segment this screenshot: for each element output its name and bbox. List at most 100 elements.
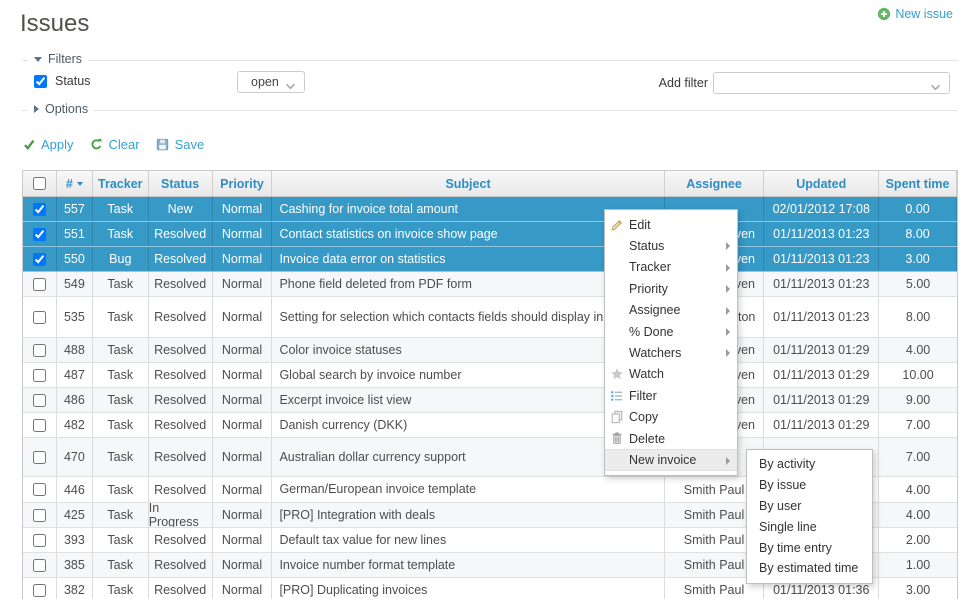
issue-row-557[interactable]: 557TaskNewNormalCashing for invoice tota… xyxy=(23,197,957,222)
row-checkbox-cell xyxy=(23,247,57,271)
context-menu-item-copy[interactable]: Copy xyxy=(605,407,737,428)
context-menu-item-done[interactable]: % Done xyxy=(605,321,737,342)
issue-spent-cell: 1.00 xyxy=(879,553,957,577)
issue-tracker-cell: Task xyxy=(93,503,149,527)
new-issue-link[interactable]: New issue xyxy=(877,7,953,21)
issue-id-cell: 482 xyxy=(57,413,93,437)
context-menu-item-new-invoice[interactable]: New invoice xyxy=(605,449,737,470)
issue-spent-cell: 3.00 xyxy=(879,247,957,271)
issue-id-cell: 551 xyxy=(57,222,93,246)
row-checkbox[interactable] xyxy=(33,559,46,572)
issue-id-cell: 549 xyxy=(57,272,93,296)
issue-spent-cell: 3.00 xyxy=(879,578,957,599)
row-checkbox-cell xyxy=(23,272,57,296)
submenu-item-by-issue[interactable]: By issue xyxy=(747,475,872,496)
column-header-assignee[interactable]: Assignee xyxy=(665,171,765,196)
context-menu-item-priority[interactable]: Priority xyxy=(605,278,737,299)
issue-row-482[interactable]: 482TaskResolvedNormalDanish currency (DK… xyxy=(23,413,957,438)
row-checkbox-cell xyxy=(23,388,57,412)
submenu-item-by-user[interactable]: By user xyxy=(747,496,872,517)
collapse-down-icon xyxy=(34,57,42,62)
row-checkbox-cell xyxy=(23,363,57,387)
status-filter-checkbox[interactable] xyxy=(34,75,47,88)
status-operator-select[interactable]: open xyxy=(237,71,305,93)
filters-legend-label: Filters xyxy=(48,52,82,66)
apply-button[interactable]: Apply xyxy=(22,137,74,152)
context-menu-item-filter[interactable]: Filter xyxy=(605,385,737,406)
issue-spent-cell: 0.00 xyxy=(879,197,957,221)
clear-button[interactable]: Clear xyxy=(90,137,140,152)
sort-desc-icon xyxy=(77,182,83,186)
row-checkbox[interactable] xyxy=(33,483,46,496)
column-header-[interactable]: # xyxy=(57,171,93,196)
context-menu-item-delete[interactable]: Delete xyxy=(605,428,737,449)
submenu-arrow-icon xyxy=(726,457,730,465)
issue-tracker-cell: Task xyxy=(93,197,149,221)
row-checkbox[interactable] xyxy=(33,419,46,432)
issue-priority-cell: Normal xyxy=(213,247,273,271)
issue-priority-cell: Normal xyxy=(213,413,273,437)
submenu-arrow-icon xyxy=(726,264,730,272)
issue-row-486[interactable]: 486TaskResolvedNormalExcerpt invoice lis… xyxy=(23,388,957,413)
options-legend[interactable]: Options xyxy=(28,102,94,116)
add-filter-select[interactable] xyxy=(713,72,950,94)
select-all-checkbox[interactable] xyxy=(33,177,46,190)
issue-id-cell: 385 xyxy=(57,553,93,577)
status-filter-label: Status xyxy=(55,74,90,88)
issue-row-535[interactable]: 535TaskResolvedNormalSetting for selecti… xyxy=(23,297,957,338)
filters-legend[interactable]: Filters xyxy=(28,52,88,66)
issue-id-cell: 535 xyxy=(57,297,93,337)
issue-row-487[interactable]: 487TaskResolvedNormalGlobal search by in… xyxy=(23,363,957,388)
column-header-updated[interactable]: Updated xyxy=(764,171,879,196)
submenu-item-by-estimated-time[interactable]: By estimated time xyxy=(747,558,872,579)
submenu-item-by-time-entry[interactable]: By time entry xyxy=(747,537,872,558)
issue-updated-cell: 01/11/2013 01:23 xyxy=(764,222,879,246)
column-header-spent-time[interactable]: Spent time xyxy=(879,171,957,196)
issue-status-cell: Resolved xyxy=(149,528,213,552)
row-checkbox[interactable] xyxy=(33,203,46,216)
row-checkbox[interactable] xyxy=(33,311,46,324)
issue-status-cell: Resolved xyxy=(149,578,213,599)
context-menu-item-status[interactable]: Status xyxy=(605,235,737,256)
row-checkbox[interactable] xyxy=(33,451,46,464)
issue-row-551[interactable]: 551TaskResolvedNormalContact statistics … xyxy=(23,222,957,247)
issue-row-549[interactable]: 549TaskResolvedNormalPhone field deleted… xyxy=(23,272,957,297)
issue-row-550[interactable]: 550BugResolvedNormalInvoice data error o… xyxy=(23,247,957,272)
row-checkbox[interactable] xyxy=(33,584,46,597)
save-button[interactable]: Save xyxy=(156,137,205,152)
row-checkbox[interactable] xyxy=(33,534,46,547)
row-checkbox[interactable] xyxy=(33,394,46,407)
issue-id-cell: 550 xyxy=(57,247,93,271)
row-checkbox[interactable] xyxy=(33,509,46,522)
issue-spent-cell: 10.00 xyxy=(879,363,957,387)
issue-spent-cell: 4.00 xyxy=(879,338,957,362)
issue-priority-cell: Normal xyxy=(213,438,273,476)
issue-priority-cell: Normal xyxy=(213,503,273,527)
submenu-item-single-line[interactable]: Single line xyxy=(747,516,872,537)
issue-id-cell: 470 xyxy=(57,438,93,476)
issue-priority-cell: Normal xyxy=(213,363,273,387)
row-checkbox[interactable] xyxy=(33,278,46,291)
context-menu-item-assignee[interactable]: Assignee xyxy=(605,300,737,321)
context-menu-item-watchers[interactable]: Watchers xyxy=(605,342,737,363)
column-header-subject[interactable]: Subject xyxy=(272,171,664,196)
column-header-tracker[interactable]: Tracker xyxy=(93,171,149,196)
context-menu-item-edit[interactable]: Edit xyxy=(605,214,737,235)
issue-priority-cell: Normal xyxy=(213,528,273,552)
row-checkbox[interactable] xyxy=(33,253,46,266)
issue-id-cell: 393 xyxy=(57,528,93,552)
submenu-item-by-activity[interactable]: By activity xyxy=(747,454,872,475)
column-header-priority[interactable]: Priority xyxy=(213,171,273,196)
row-checkbox[interactable] xyxy=(33,228,46,241)
select-all-cell xyxy=(23,171,57,196)
issue-spent-cell: 7.00 xyxy=(879,413,957,437)
context-menu-item-watch[interactable]: Watch xyxy=(605,364,737,385)
context-menu-item-tracker[interactable]: Tracker xyxy=(605,257,737,278)
row-checkbox[interactable] xyxy=(33,369,46,382)
issue-row-488[interactable]: 488TaskResolvedNormalColor invoice statu… xyxy=(23,338,957,363)
issue-status-cell: Resolved xyxy=(149,247,213,271)
row-checkbox[interactable] xyxy=(33,344,46,357)
issue-priority-cell: Normal xyxy=(213,338,273,362)
column-header-status[interactable]: Status xyxy=(149,171,213,196)
issue-status-cell: Resolved xyxy=(149,438,213,476)
